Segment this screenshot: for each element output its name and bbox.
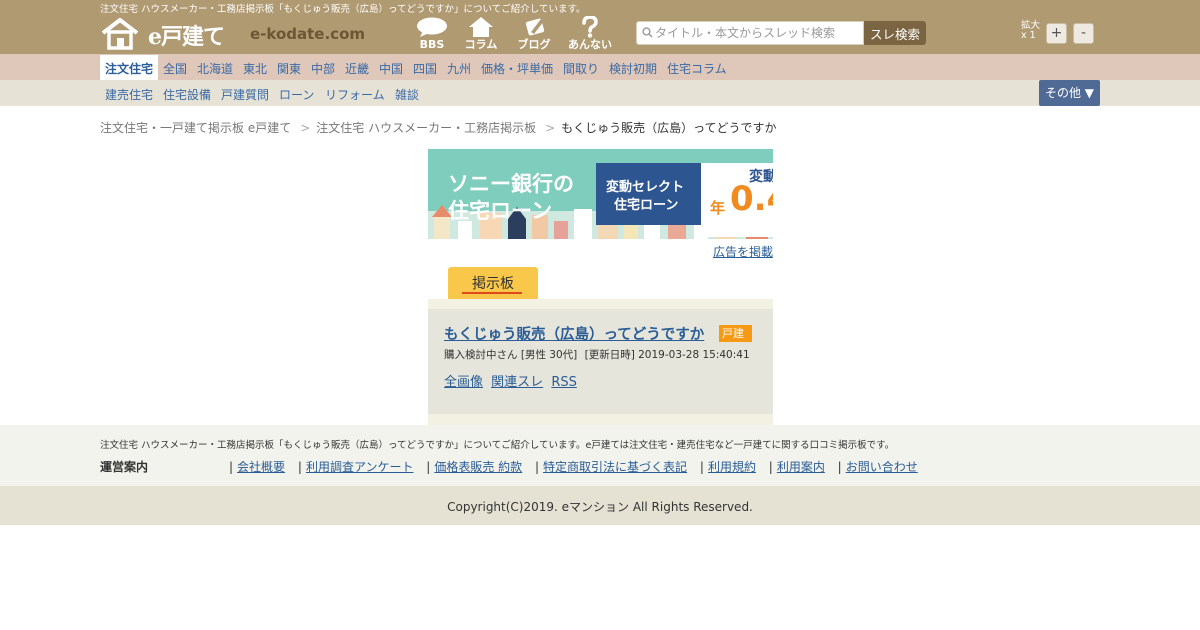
ad-headline-2: 住宅ローン [448,199,552,223]
footer-separator: | [768,460,773,474]
tab-underline [462,292,522,294]
footer-links: | 会社概要 | 利用調査アンケート | 価格表販売 約款 | 特定商取引法に基づく表記… [229,458,918,475]
breadcrumb-separator: > [300,121,311,135]
breadcrumb-board[interactable]: 注文住宅 ハウスメーカー・工務店掲示板 [316,121,536,135]
house-icon [469,17,493,37]
breadcrumb-home[interactable]: 注文住宅・一戸建て掲示板 e戸建て [100,121,291,135]
nav-guide[interactable]: あんない [566,16,614,54]
tab-bbs[interactable]: 掲示板 [448,267,538,299]
ad-placement-link[interactable]: 広告を掲載 [713,243,773,260]
footer-separator: | [535,460,540,474]
category-item-chugoku[interactable]: 中国 [379,60,403,77]
category-item-zenkoku[interactable]: 全国 [163,60,187,77]
nav-blog-label: ブログ [517,38,551,51]
ad-badge-2: 住宅ローン [614,198,679,213]
category-item-kinki[interactable]: 近畿 [345,60,369,77]
question-icon [582,16,598,38]
header-description: 注文住宅 ハウスメーカー・工務店掲示板「もくじゅう販売（広島）ってどうですか」に… [100,4,586,15]
search-button[interactable]: スレ検索 [864,21,926,45]
subnav-item-loan[interactable]: ローン [279,86,314,103]
category-item-madori[interactable]: 間取り [563,60,599,77]
footer-separator: | [426,460,431,474]
subnav-item-tateuri[interactable]: 建売住宅 [105,86,153,103]
subnav-item-zatsudan[interactable]: 雑談 [395,86,419,103]
category-item-shikoku[interactable]: 四国 [413,60,437,77]
site-footer: 注文住宅 ハウスメーカー・工務店掲示板「もくじゅう販売（広島）ってどうですか」に… [0,425,1200,486]
footer-description: 注文住宅 ハウスメーカー・工務店掲示板「もくじゅう販売（広島）ってどうですか」に… [100,440,895,451]
footer-link-guide[interactable]: 利用案内 [777,460,825,474]
category-nav: 注文住宅 全国 北海道 東北 関東 中部 近畿 中国 四国 九州 価格・坪単価 … [0,54,1200,80]
zoom-out-button[interactable]: - [1073,23,1094,44]
zoom-level: x 1 [1021,30,1036,41]
footer-heading: 運営案内 [100,460,149,474]
sub-nav: 建売住宅 住宅設備 戸建質問 ローン リフォーム 雑談 その他 ▼ [0,80,1200,106]
ad-banner[interactable]: ソニー銀行の 住宅ローン 変動セレクト 住宅ローン 変動 年 0.4 [428,149,773,239]
footer-separator: | [297,460,302,474]
category-item-chumon[interactable]: 注文住宅 [100,55,159,80]
thread-meta: 購入検討中さん [男性 30代] [更新日時] 2019-03-28 15:40… [444,347,750,362]
thread-updated: [更新日時] 2019-03-28 15:40:41 [584,349,750,361]
site-header: 注文住宅 ハウスメーカー・工務店掲示板「もくじゅう販売（広島）ってどうですか」に… [0,0,1200,54]
footer-link-commerce-law[interactable]: 特定商取引法に基づく表記 [543,460,687,474]
ad-rate-year: 年 [710,199,726,217]
category-item-kyushu[interactable]: 九州 [447,60,471,77]
thread-card: もくじゅう販売（広島）ってどうですか 戸建 購入検討中さん [男性 30代] [… [428,309,773,414]
footer-separator: | [699,460,704,474]
footer-link-company[interactable]: 会社概要 [237,460,285,474]
subnav-item-setsubi[interactable]: 住宅設備 [163,86,211,103]
nav-bbs-label: BBS [419,38,445,51]
copyright-text: Copyright(C)2019. eマンション All Rights Rese… [447,500,753,514]
zoom-label: 拡大 x 1 [1021,21,1040,41]
thread-author-info: [男性 30代] [520,349,578,361]
category-item-tohoku[interactable]: 東北 [243,60,267,77]
ad-rate-value: 0.4 [730,179,773,219]
thread-title-link[interactable]: もくじゅう販売（広島）ってどうですか [444,323,704,344]
category-item-hokkaido[interactable]: 北海道 [197,60,233,77]
category-item-column[interactable]: 住宅コラム [667,60,727,77]
related-threads-link[interactable]: 関連スレ [491,375,543,390]
rss-link[interactable]: RSS [551,375,577,390]
logo-domain: e-kodate.com [250,25,366,43]
copyright-bar: Copyright(C)2019. eマンション All Rights Rese… [0,486,1200,525]
search-input[interactable] [655,24,855,42]
thread-badge: 戸建 [719,325,752,342]
footer-separator: | [837,460,842,474]
nav-guide-label: あんない [568,38,612,51]
footer-link-contact[interactable]: お問い合わせ [846,460,918,474]
breadcrumb-separator: > [545,121,556,135]
category-item-kanto[interactable]: 関東 [277,60,301,77]
search-icon [642,27,653,38]
nav-column[interactable]: コラム [457,16,505,54]
tab-bbs-label: 掲示板 [472,276,514,292]
footer-link-price-terms[interactable]: 価格表販売 約款 [434,460,522,474]
category-item-kento[interactable]: 検討初期 [609,60,657,77]
pen-icon [525,18,545,36]
search-box [636,21,864,45]
site-logo[interactable]: e戸建て e-kodate.com [100,18,370,50]
subnav-item-shitsumon[interactable]: 戸建質問 [221,86,269,103]
thread-author: 購入検討中さん [444,349,518,361]
footer-link-survey[interactable]: 利用調査アンケート [306,460,414,474]
nav-blog[interactable]: ブログ [510,16,558,54]
subnav-item-reform[interactable]: リフォーム [325,86,385,103]
category-item-chubu[interactable]: 中部 [311,60,335,77]
logo-text: e戸建て [148,24,225,50]
category-item-price[interactable]: 価格・坪単価 [481,60,553,77]
other-menu-button[interactable]: その他 ▼ [1039,80,1100,106]
ad-badge-1: 変動セレクト [606,180,685,195]
all-images-link[interactable]: 全画像 [444,375,483,390]
house-logo-icon [101,18,139,50]
footer-separator: | [229,460,234,474]
ad-headline-1: ソニー銀行の [448,172,574,196]
breadcrumb: 注文住宅・一戸建て掲示板 e戸建て > 注文住宅 ハウスメーカー・工務店掲示板 > もく… [100,119,777,136]
footer-link-terms[interactable]: 利用規約 [708,460,756,474]
zoom-in-button[interactable]: + [1046,23,1067,44]
nav-bbs[interactable]: BBS [408,16,456,54]
nav-column-label: コラム [464,38,498,51]
breadcrumb-current: もくじゅう販売（広島）ってどうですか [561,121,777,135]
thread-links: 全画像 関連スレ RSS [444,371,581,390]
speech-bubble-icon [417,17,447,37]
